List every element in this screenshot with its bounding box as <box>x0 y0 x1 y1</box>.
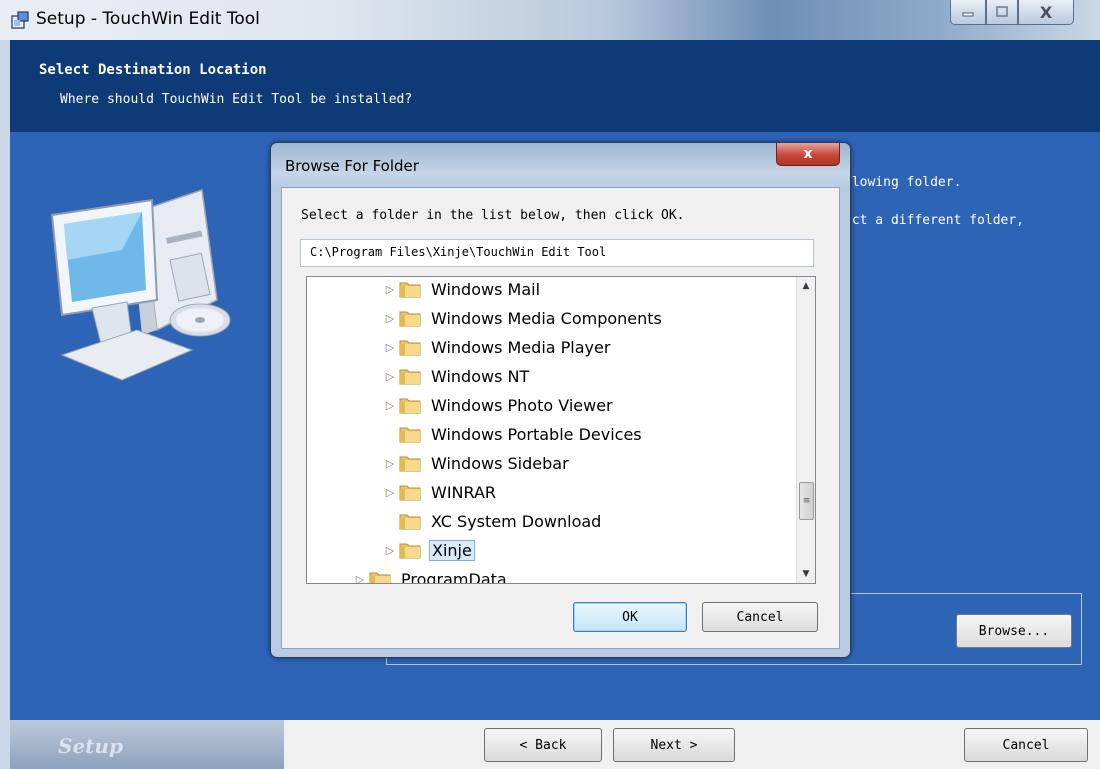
folder-icon <box>399 369 421 385</box>
tree-item[interactable]: ▷ Windows NT <box>381 363 531 389</box>
dialog-client-area: Select a folder in the list below, then … <box>281 187 840 649</box>
tree-item-label: Windows Media Components <box>431 308 662 328</box>
tree-item-label: XC System Download <box>431 511 602 531</box>
window-controls: X <box>950 0 1090 30</box>
folder-tree[interactable]: ▷ Windows Mail ▷ Windows Media Components ▷ W… <box>306 276 816 584</box>
setup-box-icon <box>11 11 29 29</box>
maximize-button[interactable] <box>986 0 1018 25</box>
folder-icon <box>399 427 421 443</box>
tree-item[interactable]: ▷ Windows Media Player <box>381 334 612 360</box>
expand-arrow-icon[interactable]: ▷ <box>381 312 399 325</box>
dialog-title: Browse For Folder <box>285 157 419 175</box>
folder-icon <box>399 514 421 530</box>
minimize-icon <box>962 12 974 17</box>
body-text-line1: llowing folder. <box>844 175 962 190</box>
tree-item-label: ProgramData <box>401 569 507 584</box>
tree-item-label: Windows Photo Viewer <box>431 395 613 415</box>
setup-brand-text: Setup <box>58 734 123 758</box>
folder-icon <box>399 485 421 501</box>
back-button[interactable]: < Back <box>484 728 602 762</box>
minimize-button[interactable] <box>950 0 986 25</box>
wizard-header: Select Destination Location Where should… <box>10 40 1100 132</box>
tree-item[interactable]: ▷ WINRAR <box>381 479 498 505</box>
tree-item[interactable]: ▷ Windows Photo Viewer <box>381 392 615 418</box>
close-icon: X <box>1039 2 1053 22</box>
scroll-up-icon[interactable]: ▲ <box>797 277 815 295</box>
dialog-cancel-button[interactable]: Cancel <box>702 602 818 632</box>
close-icon: x <box>803 146 813 162</box>
folder-icon <box>399 456 421 472</box>
tree-item-label: WINRAR <box>431 482 497 502</box>
tree-item-label: Windows Portable Devices <box>431 424 642 444</box>
ok-button[interactable]: OK <box>573 602 687 632</box>
setup-brand-area: Setup <box>10 720 284 769</box>
tree-item[interactable]: ▷ Windows Sidebar <box>381 450 571 476</box>
browse-folder-dialog: Browse For Folder x Select a folder in t… <box>270 142 851 658</box>
expand-arrow-icon[interactable]: ▷ <box>381 283 399 296</box>
scroll-down-icon[interactable]: ▼ <box>797 565 815 583</box>
expand-arrow-icon[interactable]: ▷ <box>381 399 399 412</box>
folder-icon <box>369 572 391 583</box>
tree-item-label: Xinje <box>429 539 475 561</box>
page-title: Select Destination Location <box>39 62 267 78</box>
wizard-footer: Setup < Back Next > Cancel <box>10 720 1100 769</box>
window-close-button[interactable]: X <box>1018 0 1074 25</box>
tree-scrollbar[interactable]: ▲ ≡ ▼ <box>796 277 815 583</box>
scroll-thumb[interactable]: ≡ <box>799 482 814 520</box>
selected-path-field: C:\Program Files\Xinje\TouchWin Edit Too… <box>300 239 814 267</box>
tree-item-label: Windows Mail <box>431 279 541 299</box>
expand-arrow-icon[interactable]: ▷ <box>351 573 369 584</box>
expand-arrow-icon[interactable]: ▷ <box>381 341 399 354</box>
tree-item[interactable]: ▷ ProgramData <box>351 566 509 584</box>
expand-arrow-icon[interactable]: ▷ <box>381 486 399 499</box>
folder-icon <box>399 282 421 298</box>
expand-arrow-icon[interactable]: ▷ <box>381 370 399 383</box>
tree-item[interactable]: Windows Portable Devices <box>381 421 644 447</box>
dialog-close-button[interactable]: x <box>776 143 840 166</box>
tree-item[interactable]: ▷ Windows Media Components <box>381 305 664 331</box>
body-text-line2: ect a different folder, <box>844 213 1025 228</box>
expand-arrow-icon[interactable]: ▷ <box>381 457 399 470</box>
computer-disc-icon <box>50 189 231 381</box>
tree-item-label: Windows Sidebar <box>431 453 569 473</box>
folder-icon <box>399 311 421 327</box>
window-title: Setup - TouchWin Edit Tool <box>36 9 260 29</box>
tree-item[interactable]: ▷ Windows Mail <box>381 277 542 302</box>
cancel-button[interactable]: Cancel <box>964 728 1088 762</box>
tree-item[interactable]: XC System Download <box>381 508 603 534</box>
dialog-prompt: Select a folder in the list below, then … <box>301 208 685 223</box>
window-titlebar: Setup - TouchWin Edit Tool X <box>0 0 1100 40</box>
next-button[interactable]: Next > <box>613 728 735 762</box>
selected-path-text: C:\Program Files\Xinje\TouchWin Edit Too… <box>310 245 607 259</box>
tree-item[interactable]: ▷ Xinje <box>381 537 475 563</box>
expand-arrow-icon[interactable]: ▷ <box>381 544 399 557</box>
page-subtitle: Where should TouchWin Edit Tool be insta… <box>60 92 413 107</box>
folder-icon <box>399 398 421 414</box>
folder-icon <box>399 543 421 559</box>
tree-item-label: Windows Media Player <box>431 337 611 357</box>
folder-icon <box>399 340 421 356</box>
maximize-icon <box>996 6 1008 17</box>
browse-button[interactable]: Browse... <box>956 614 1072 648</box>
tree-item-label: Windows NT <box>431 366 530 386</box>
